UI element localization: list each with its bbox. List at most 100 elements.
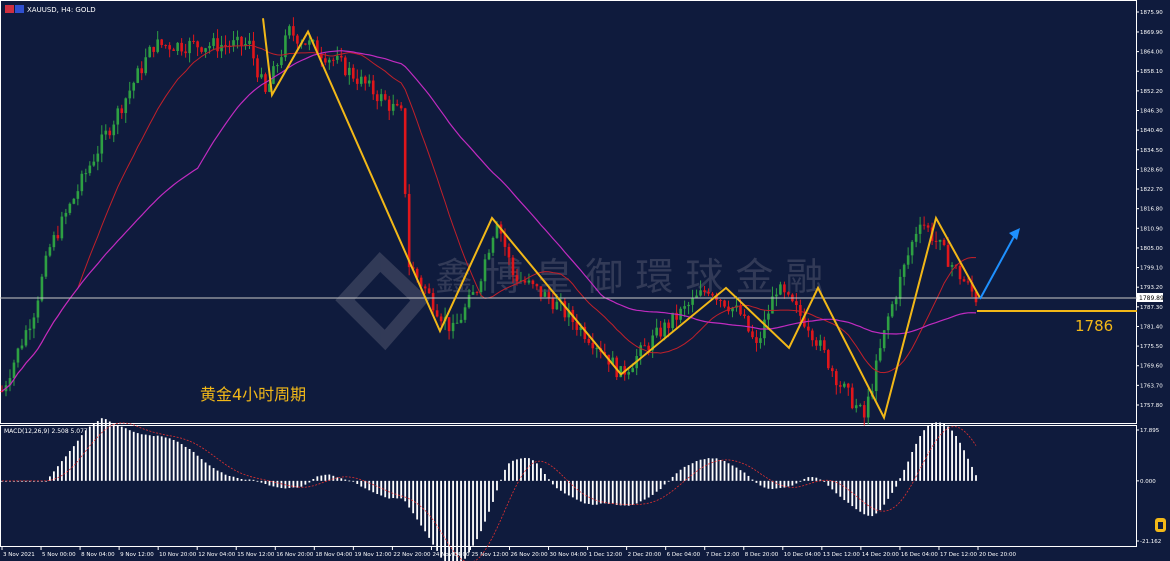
macd-bar — [899, 478, 902, 481]
y-tick-label: 1816.80 — [1140, 207, 1163, 213]
macd-bar — [823, 480, 826, 482]
candle-body — [84, 173, 88, 175]
macd-bar — [755, 480, 758, 483]
candle-body — [862, 405, 866, 418]
candle-body — [962, 279, 966, 282]
timeframe-annotation: 黄金4小时周期 — [200, 385, 306, 404]
macd-bar — [915, 443, 918, 481]
candle-body — [260, 74, 263, 78]
macd-bar — [308, 480, 311, 483]
candle-body — [751, 331, 754, 338]
macd-bar — [579, 480, 582, 502]
candle-body — [455, 322, 459, 324]
candle-body — [252, 40, 255, 59]
candle-body — [587, 339, 591, 343]
candle-body — [200, 47, 203, 52]
candle-body — [655, 327, 658, 336]
macd-bar — [687, 465, 690, 481]
macd-bar — [727, 463, 730, 481]
candle-body — [631, 368, 635, 373]
candle-body — [703, 290, 706, 292]
macd-bar — [967, 458, 969, 481]
macd-bar — [236, 477, 239, 481]
candle-body — [164, 45, 167, 47]
macd-bar — [152, 436, 155, 481]
candle-body — [643, 345, 646, 347]
candle-body — [375, 94, 379, 102]
x-tick-label: 5 Nov 00:00 — [42, 552, 76, 558]
candle-body — [216, 38, 219, 52]
y-tick-label: 1840.40 — [1140, 128, 1163, 134]
candle-body — [347, 67, 351, 76]
candle-body — [795, 301, 798, 306]
candle-body — [52, 235, 56, 248]
y-tick-label: 1834.50 — [1140, 148, 1163, 154]
macd-bar — [200, 459, 203, 481]
candle-body — [332, 59, 335, 61]
candle-body — [272, 66, 275, 84]
candle-body — [699, 290, 702, 296]
macd-bar — [404, 480, 407, 502]
y-tick-label: 1805.00 — [1140, 246, 1163, 252]
candle-body — [874, 360, 878, 392]
candle-body — [471, 292, 475, 295]
candle-body — [687, 304, 690, 307]
x-tick-label: 3 Nov 2021 — [3, 552, 35, 558]
macd-bar — [348, 480, 351, 482]
macd-bar — [603, 480, 606, 504]
candle-body — [659, 327, 662, 337]
y-tick-label: 1757.80 — [1140, 403, 1163, 409]
candle-body — [355, 78, 359, 84]
candle-body — [427, 288, 431, 294]
candle-body — [399, 105, 403, 109]
macd-bar — [536, 463, 538, 481]
macd-bar — [368, 480, 371, 491]
candle-body — [36, 300, 40, 318]
candle-body — [212, 38, 215, 46]
candle-body — [787, 292, 790, 295]
macd-bar — [807, 477, 810, 481]
macd-bar — [388, 480, 391, 499]
candle-body — [591, 342, 595, 349]
macd-bar — [815, 477, 818, 481]
candle-body — [858, 405, 862, 407]
candle-body — [807, 326, 810, 331]
macd-bar — [240, 479, 243, 481]
macd-bar — [751, 479, 754, 481]
x-tick-label: 15 Nov 12:00 — [237, 552, 275, 558]
macd-bar — [300, 480, 303, 487]
y-tick-label: 1869.90 — [1140, 30, 1163, 36]
macd-bar — [651, 480, 654, 495]
y-tick-label: 1775.50 — [1140, 344, 1163, 350]
macd-bar — [212, 468, 215, 481]
candle-body — [902, 264, 906, 277]
candle-body — [403, 108, 407, 194]
macd-bar — [831, 480, 834, 490]
macd-bar — [619, 480, 622, 506]
candle-body — [236, 36, 239, 41]
macd-bar — [919, 436, 922, 481]
macd-bar — [252, 479, 255, 481]
candle-body — [467, 294, 471, 308]
macd-bar — [192, 451, 195, 481]
macd-bar — [244, 479, 247, 481]
x-tick-label: 25 Nov 12:00 — [471, 552, 509, 558]
macd-bar — [647, 480, 650, 498]
macd-bar — [68, 450, 71, 481]
y-tick-label: 1793.20 — [1140, 285, 1163, 291]
macd-bar — [460, 480, 462, 561]
macd-bar — [100, 418, 103, 481]
candle-body — [886, 316, 890, 331]
candle-body — [523, 280, 527, 283]
candle-body — [88, 165, 92, 174]
candle-body — [435, 310, 439, 317]
candle-body — [196, 41, 199, 48]
candle-body — [938, 239, 942, 242]
candle-body — [431, 293, 435, 311]
macd-bar — [304, 480, 307, 485]
candle-body — [136, 68, 140, 83]
macd-bar — [456, 480, 458, 561]
macd-bar — [763, 480, 766, 488]
x-tick-label: 26 Nov 20:00 — [511, 552, 549, 558]
macd-bar — [432, 480, 435, 545]
